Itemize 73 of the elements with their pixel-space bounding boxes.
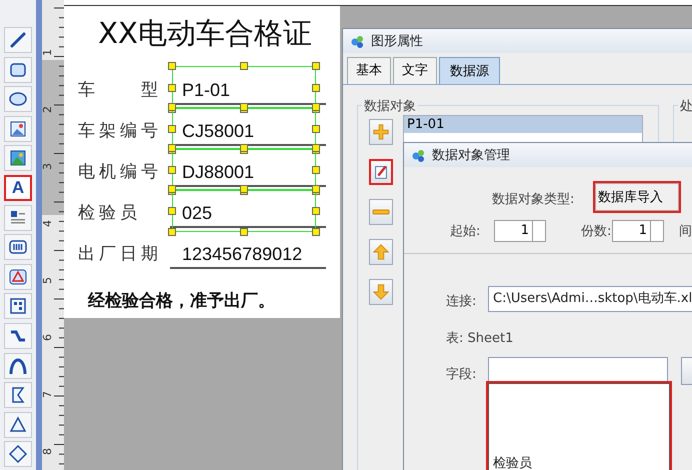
ruler-number: 5 (41, 277, 54, 284)
image-icon (8, 118, 28, 139)
dropdown-item[interactable]: 检验员 (489, 452, 669, 470)
start-label: 起始: (450, 223, 480, 240)
label-title: XX电动车合格证 (97, 15, 313, 52)
up-icon (372, 243, 390, 261)
dialog-title: 图形属性 (371, 33, 423, 50)
selection-frame[interactable] (168, 185, 320, 236)
picture-tool-button[interactable] (4, 145, 32, 172)
image-tool-button[interactable] (4, 116, 32, 142)
field-label: 车架编号 (78, 120, 163, 143)
edit-icon (372, 163, 390, 181)
field-label: 字段: (446, 366, 476, 383)
field-value[interactable]: 025 (170, 203, 212, 226)
ruler-number: 4 (41, 220, 54, 227)
app-icon (410, 147, 426, 163)
group-title: 数据对象 (362, 97, 418, 115)
type-dropdown[interactable]: 数据库导入 (595, 183, 679, 211)
interval-label: 间 (679, 223, 692, 240)
add-button[interactable] (369, 119, 393, 145)
triangle-icon (8, 414, 28, 435)
arc-icon (8, 356, 28, 376)
list-item[interactable]: P1-01 (404, 116, 642, 133)
tab[interactable]: 基本 (347, 57, 391, 84)
ruler-number: 1 (41, 49, 54, 56)
connection-label: 连接: (446, 293, 476, 310)
arc-tool-button[interactable] (4, 352, 32, 379)
qrcode-icon (8, 296, 28, 316)
line-tool-button[interactable] (4, 27, 32, 53)
dialog-title: 数据对象管理 (432, 147, 510, 164)
barcode-tool-button[interactable] (4, 234, 32, 260)
shape-icon (8, 266, 28, 287)
text-tool-button[interactable]: A (4, 174, 32, 201)
qrcode-tool-button[interactable] (4, 293, 32, 320)
polygon-tool-button[interactable] (4, 382, 32, 408)
add-icon (372, 123, 390, 141)
field-label: 检验员 (78, 202, 142, 225)
ruler-number: 7 (41, 391, 54, 398)
copies-spinner[interactable]: 1 (612, 220, 664, 242)
up-button[interactable] (369, 239, 393, 265)
down-button[interactable] (369, 279, 393, 305)
rect-tool-button[interactable] (4, 56, 32, 83)
remove-icon (372, 209, 390, 215)
field-dropdown[interactable] (488, 357, 668, 383)
tab[interactable]: 数据源 (439, 57, 500, 84)
field-label: 电机编号 (78, 161, 163, 184)
field-value[interactable]: 123456789012 (170, 244, 302, 267)
ruler-number: 3 (41, 163, 54, 170)
remove-button[interactable] (369, 199, 393, 225)
triangle-tool-button[interactable] (4, 412, 32, 438)
type-label: 数据对象类型: (492, 191, 574, 208)
ruler-number: 6 (41, 334, 54, 341)
label-footer: 经检验合格，准予出厂。 (78, 289, 332, 312)
ruler-number: 8 (41, 448, 54, 455)
line-icon (8, 30, 28, 50)
copies-label: 份数: (581, 223, 612, 240)
down-icon (372, 283, 390, 301)
diamond-tool-button[interactable] (4, 441, 32, 468)
richtext-tool-button[interactable] (4, 204, 32, 231)
diamond-icon (8, 444, 28, 464)
start-spinner[interactable]: 1 (494, 220, 546, 242)
ruler-number: 2 (41, 106, 54, 113)
curve-tool-button[interactable] (4, 322, 32, 349)
app-icon (349, 33, 365, 49)
table-label: 表: Sheet1 (446, 330, 514, 347)
picture-icon (8, 148, 28, 168)
edit-button[interactable] (369, 159, 393, 185)
shape-tool-button[interactable] (4, 264, 32, 290)
ellipse-tool-button[interactable] (4, 86, 32, 112)
tab[interactable]: 文字 (393, 57, 437, 84)
field-label: 车 型 (78, 79, 163, 102)
field-label: 出厂日期 (78, 243, 163, 266)
connection-field[interactable]: C:\Users\Admi…sktop\电动车.xl (488, 286, 692, 312)
